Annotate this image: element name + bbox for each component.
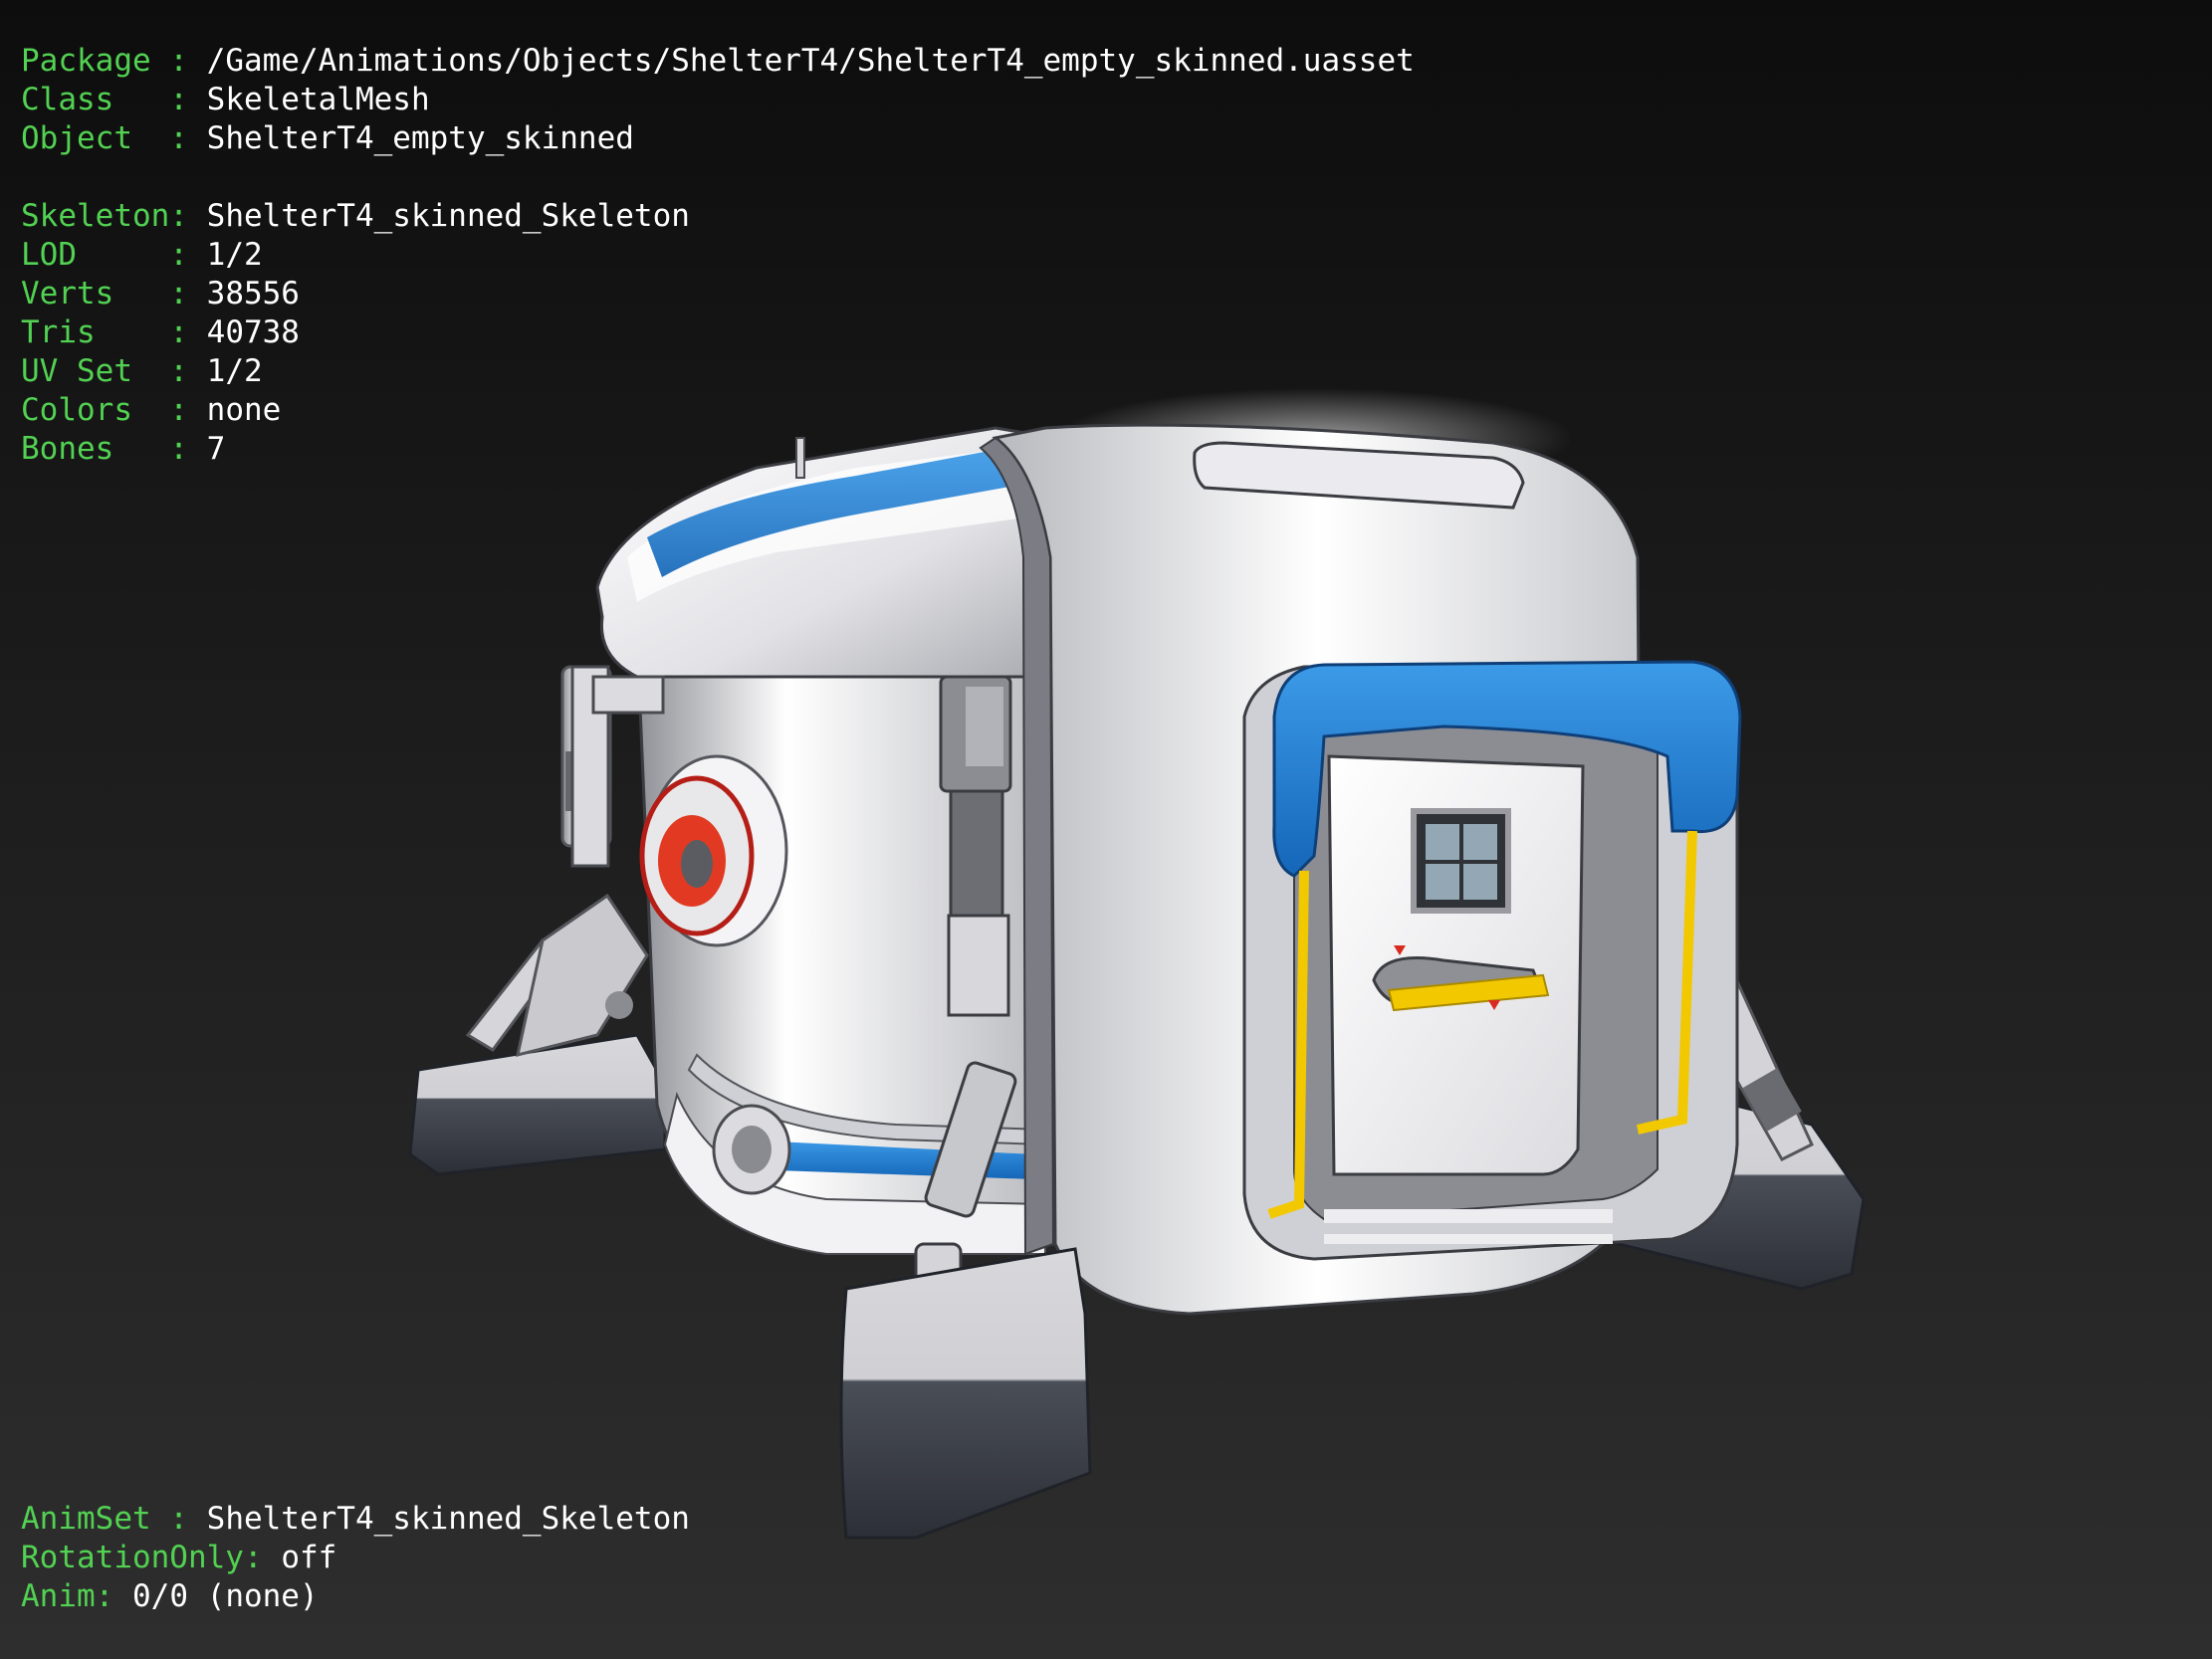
object-row: Object : ShelterT4_empty_skinned <box>21 119 1415 158</box>
object-label: Object : <box>21 120 188 156</box>
uvset-label: UV Set : <box>21 353 188 389</box>
skeleton-row: Skeleton: ShelterT4_skinned_Skeleton <box>21 197 1415 236</box>
anim-row: Anim: 0/0 (none) <box>21 1577 690 1616</box>
rotation-value: off <box>281 1540 337 1575</box>
class-label: Class : <box>21 82 188 117</box>
bones-row: Bones : 7 <box>21 430 1415 469</box>
tris-value: 40738 <box>206 314 300 350</box>
skeleton-label: Skeleton: <box>21 198 188 234</box>
package-label: Package : <box>21 43 188 79</box>
mesh-viewer: { "info": { "package_key": "Package :", … <box>0 0 2212 1659</box>
bones-value: 7 <box>206 431 226 467</box>
pod-fitting <box>712 1104 791 1195</box>
tris-label: Tris : <box>21 314 188 350</box>
colors-label: Colors : <box>21 392 188 428</box>
verts-label: Verts : <box>21 276 188 311</box>
lod-label: LOD : <box>21 237 188 273</box>
skeleton-value: ShelterT4_skinned_Skeleton <box>206 198 690 234</box>
rotation-row: RotationOnly: off <box>21 1539 690 1577</box>
verts-value: 38556 <box>206 276 300 311</box>
shelter-mesh <box>408 388 1866 1540</box>
anim-info-panel: AnimSet : ShelterT4_skinned_Skeleton Rota… <box>21 1500 690 1616</box>
lod-value: 1/2 <box>206 237 263 273</box>
uvset-row: UV Set : 1/2 <box>21 352 1415 391</box>
class-value: SkeletalMesh <box>206 82 430 117</box>
anim-label: Anim: <box>21 1578 114 1614</box>
class-row: Class : SkeletalMesh <box>21 81 1415 119</box>
lod-row: LOD : 1/2 <box>21 236 1415 275</box>
animset-row: AnimSet : ShelterT4_skinned_Skeleton <box>21 1500 690 1539</box>
tris-row: Tris : 40738 <box>21 313 1415 352</box>
colors-value: none <box>206 392 282 428</box>
bones-label: Bones : <box>21 431 188 467</box>
foot-pad-back-left <box>408 1033 667 1176</box>
anim-value: 0/0 (none) <box>132 1578 319 1614</box>
uvset-value: 1/2 <box>206 353 263 389</box>
animset-value: ShelterT4_skinned_Skeleton <box>206 1501 690 1537</box>
animset-label: AnimSet : <box>21 1501 188 1537</box>
verts-row: Verts : 38556 <box>21 275 1415 313</box>
mesh-info-panel: Package : /Game/Animations/Objects/Shelt… <box>21 42 1415 469</box>
door-panel <box>1327 754 1585 1176</box>
leg-back-left <box>465 665 649 1058</box>
rotation-label: RotationOnly: <box>21 1540 263 1575</box>
package-row: Package : /Game/Animations/Objects/Shelt… <box>21 42 1415 81</box>
package-path: /Game/Animations/Objects/ShelterT4/Shelt… <box>206 43 1415 79</box>
colors-row: Colors : none <box>21 391 1415 430</box>
object-value: ShelterT4_empty_skinned <box>206 120 634 156</box>
